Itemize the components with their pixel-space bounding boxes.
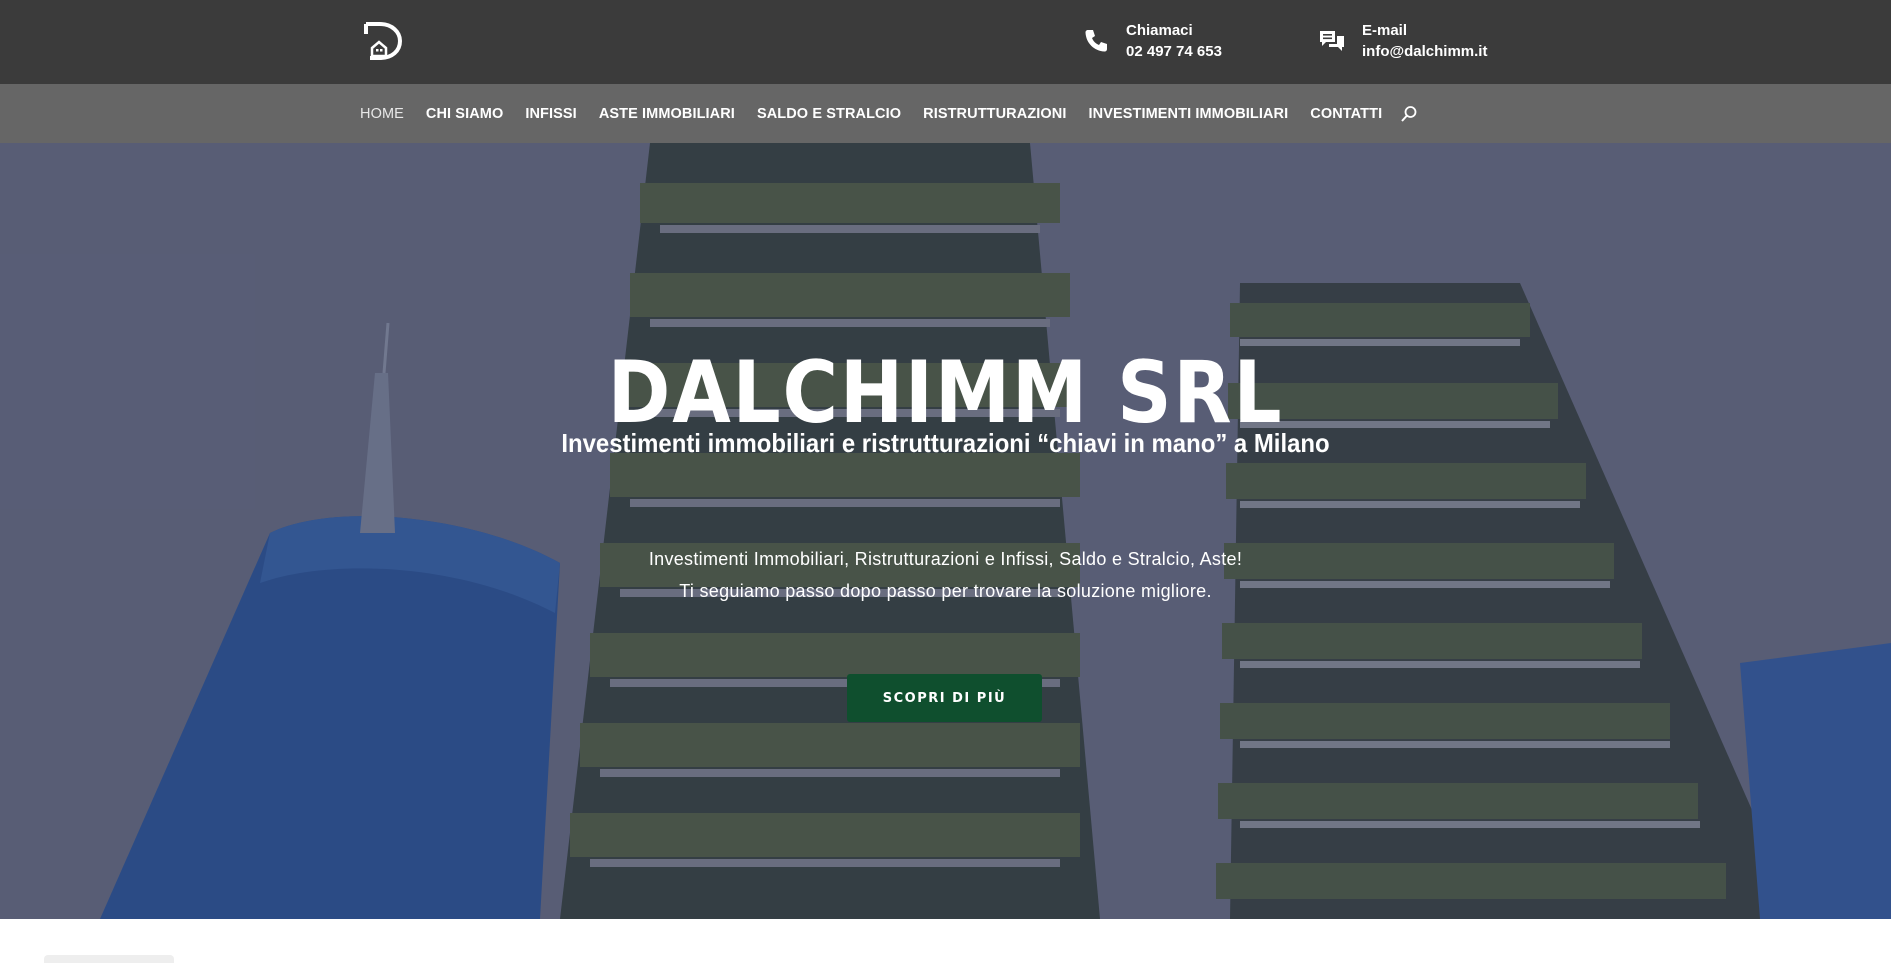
- nav-item-ristrutturazioni[interactable]: RISTRUTTURAZIONI: [923, 106, 1066, 122]
- section-tab: [44, 955, 174, 963]
- email-address[interactable]: info@dalchimm.it: [1362, 41, 1487, 62]
- email-label: E-mail: [1362, 22, 1408, 39]
- email-contact[interactable]: E-mail info@dalchimm.it: [1318, 20, 1487, 62]
- hero-section: DALCHIMM SRL Investimenti immobiliari e …: [0, 143, 1891, 919]
- chat-icon: [1318, 27, 1346, 55]
- hero-description-line-2: Ti seguiamo passo dopo passo per trovare…: [679, 581, 1212, 601]
- hero-description-line-1: Investimenti Immobiliari, Ristrutturazio…: [648, 549, 1243, 569]
- nav-item-aste-immobiliari[interactable]: ASTE IMMOBILIARI: [599, 106, 735, 122]
- phone-label: Chiamaci: [1126, 22, 1193, 39]
- phone-number[interactable]: 02 497 74 653: [1126, 41, 1222, 62]
- nav-item-investimenti-immobiliari[interactable]: INVESTIMENTI IMMOBILIARI: [1089, 106, 1289, 122]
- hero-subtitle: Investimenti immobiliari e ristrutturazi…: [561, 428, 1330, 458]
- nav-item-saldo-e-stralcio[interactable]: SALDO E STRALCIO: [757, 106, 901, 122]
- search-icon[interactable]: [1400, 105, 1418, 123]
- main-nav-bar: HOME CHI SIAMO INFISSI ASTE IMMOBILIARI …: [0, 84, 1891, 143]
- phone-contact[interactable]: Chiamaci 02 497 74 653: [1082, 20, 1222, 62]
- top-header-bar: Chiamaci 02 497 74 653 E-mail info@dalch…: [0, 0, 1891, 84]
- phone-icon: [1082, 27, 1110, 55]
- dalchimm-logo-icon[interactable]: [362, 20, 404, 62]
- hero-overlay: [0, 143, 1891, 919]
- nav-item-chi-siamo[interactable]: CHI SIAMO: [426, 106, 503, 122]
- hero-description: Investimenti Immobiliari, Ristrutturazio…: [0, 543, 1891, 607]
- nav-item-infissi[interactable]: INFISSI: [525, 106, 576, 122]
- next-section: [0, 919, 1891, 963]
- nav-item-contatti[interactable]: CONTATTI: [1310, 106, 1382, 122]
- discover-more-button[interactable]: SCOPRI DI PIÙ: [847, 674, 1042, 722]
- nav-item-home[interactable]: HOME: [360, 106, 404, 122]
- main-menu: HOME CHI SIAMO INFISSI ASTE IMMOBILIARI …: [360, 84, 1418, 143]
